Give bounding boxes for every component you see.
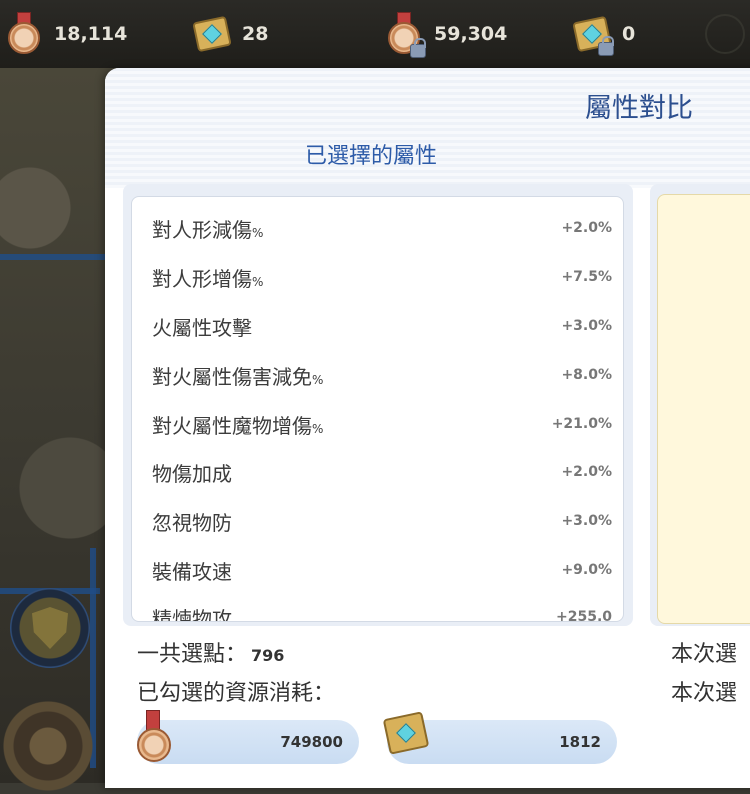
- attribute-compare-panel: 屬性對比 已選擇的屬性 對人形減傷% +2.0% 對人形增傷% +7.5% 火屬…: [105, 68, 750, 788]
- list-item: 對人形減傷% +2.0%: [152, 217, 612, 242]
- resource-bar: 18,114 28 59,304 0: [0, 0, 750, 68]
- chest-icon: [192, 14, 232, 54]
- cog-node-icon[interactable]: [0, 698, 96, 794]
- total-points: 一共選點： 796: [137, 642, 285, 667]
- list-item: 火屬性攻擊 +3.0%: [152, 315, 612, 340]
- attribute-value: +2.0%: [561, 220, 612, 236]
- cost-chest: 1812: [382, 711, 617, 764]
- medal-icon: [4, 12, 44, 56]
- resource-locked-medal: 59,304: [384, 12, 508, 58]
- total-points-value: 796: [251, 646, 285, 665]
- resource-medal: 18,114: [4, 12, 127, 56]
- list-item: 忽視物防 +3.0%: [152, 510, 612, 535]
- compare-card: [657, 194, 750, 624]
- resource-locked-chest: 0: [572, 12, 635, 56]
- list-item: 裝備攻速 +9.0%: [152, 559, 612, 584]
- panel-title: 屬性對比: [585, 93, 693, 124]
- attribute-value: +8.0%: [561, 367, 612, 383]
- selected-attributes-heading: 已選擇的屬性: [305, 144, 438, 169]
- this-time-label-2: 本次選: [671, 681, 738, 706]
- resource-value: 0: [622, 23, 636, 45]
- attribute-value: +255.0: [555, 609, 612, 622]
- compass-icon[interactable]: [705, 14, 745, 54]
- chest-icon: [382, 710, 433, 764]
- this-time-label-1: 本次選: [671, 642, 738, 667]
- list-item: 物傷加成 +2.0%: [152, 461, 612, 486]
- attribute-value: +7.5%: [561, 269, 612, 285]
- attribute-value: +9.0%: [561, 562, 612, 578]
- list-item: 對火屬性傷害減免% +8.0%: [152, 364, 612, 389]
- map-path: [0, 254, 105, 260]
- attribute-value: +2.0%: [561, 464, 612, 480]
- resource-value: 28: [242, 23, 269, 45]
- locked-medal-icon: [384, 12, 426, 58]
- cost-medal-value: 749800: [280, 733, 343, 751]
- locked-chest-icon: [572, 14, 614, 56]
- attribute-value: +21.0%: [551, 416, 612, 432]
- attribute-value: +3.0%: [561, 318, 612, 334]
- medal-icon: [133, 710, 173, 766]
- list-item: 對火屬性魔物增傷% +21.0%: [152, 413, 612, 438]
- resource-chest: 28: [192, 12, 268, 56]
- attribute-list[interactable]: 對人形減傷% +2.0% 對人形增傷% +7.5% 火屬性攻擊 +3.0% 對火…: [131, 196, 624, 622]
- cost-chest-value: 1812: [559, 733, 601, 751]
- resource-value: 59,304: [434, 23, 508, 45]
- resource-value: 18,114: [54, 23, 128, 45]
- cost-medal: 749800: [137, 710, 359, 764]
- attribute-value: +3.0%: [561, 513, 612, 529]
- resource-consume-label: 已勾選的資源消耗：: [137, 681, 336, 706]
- shield-node-icon[interactable]: [10, 588, 90, 668]
- list-item: 對人形增傷% +7.5%: [152, 266, 612, 291]
- list-item: 精煉物攻 +255.0: [152, 602, 612, 622]
